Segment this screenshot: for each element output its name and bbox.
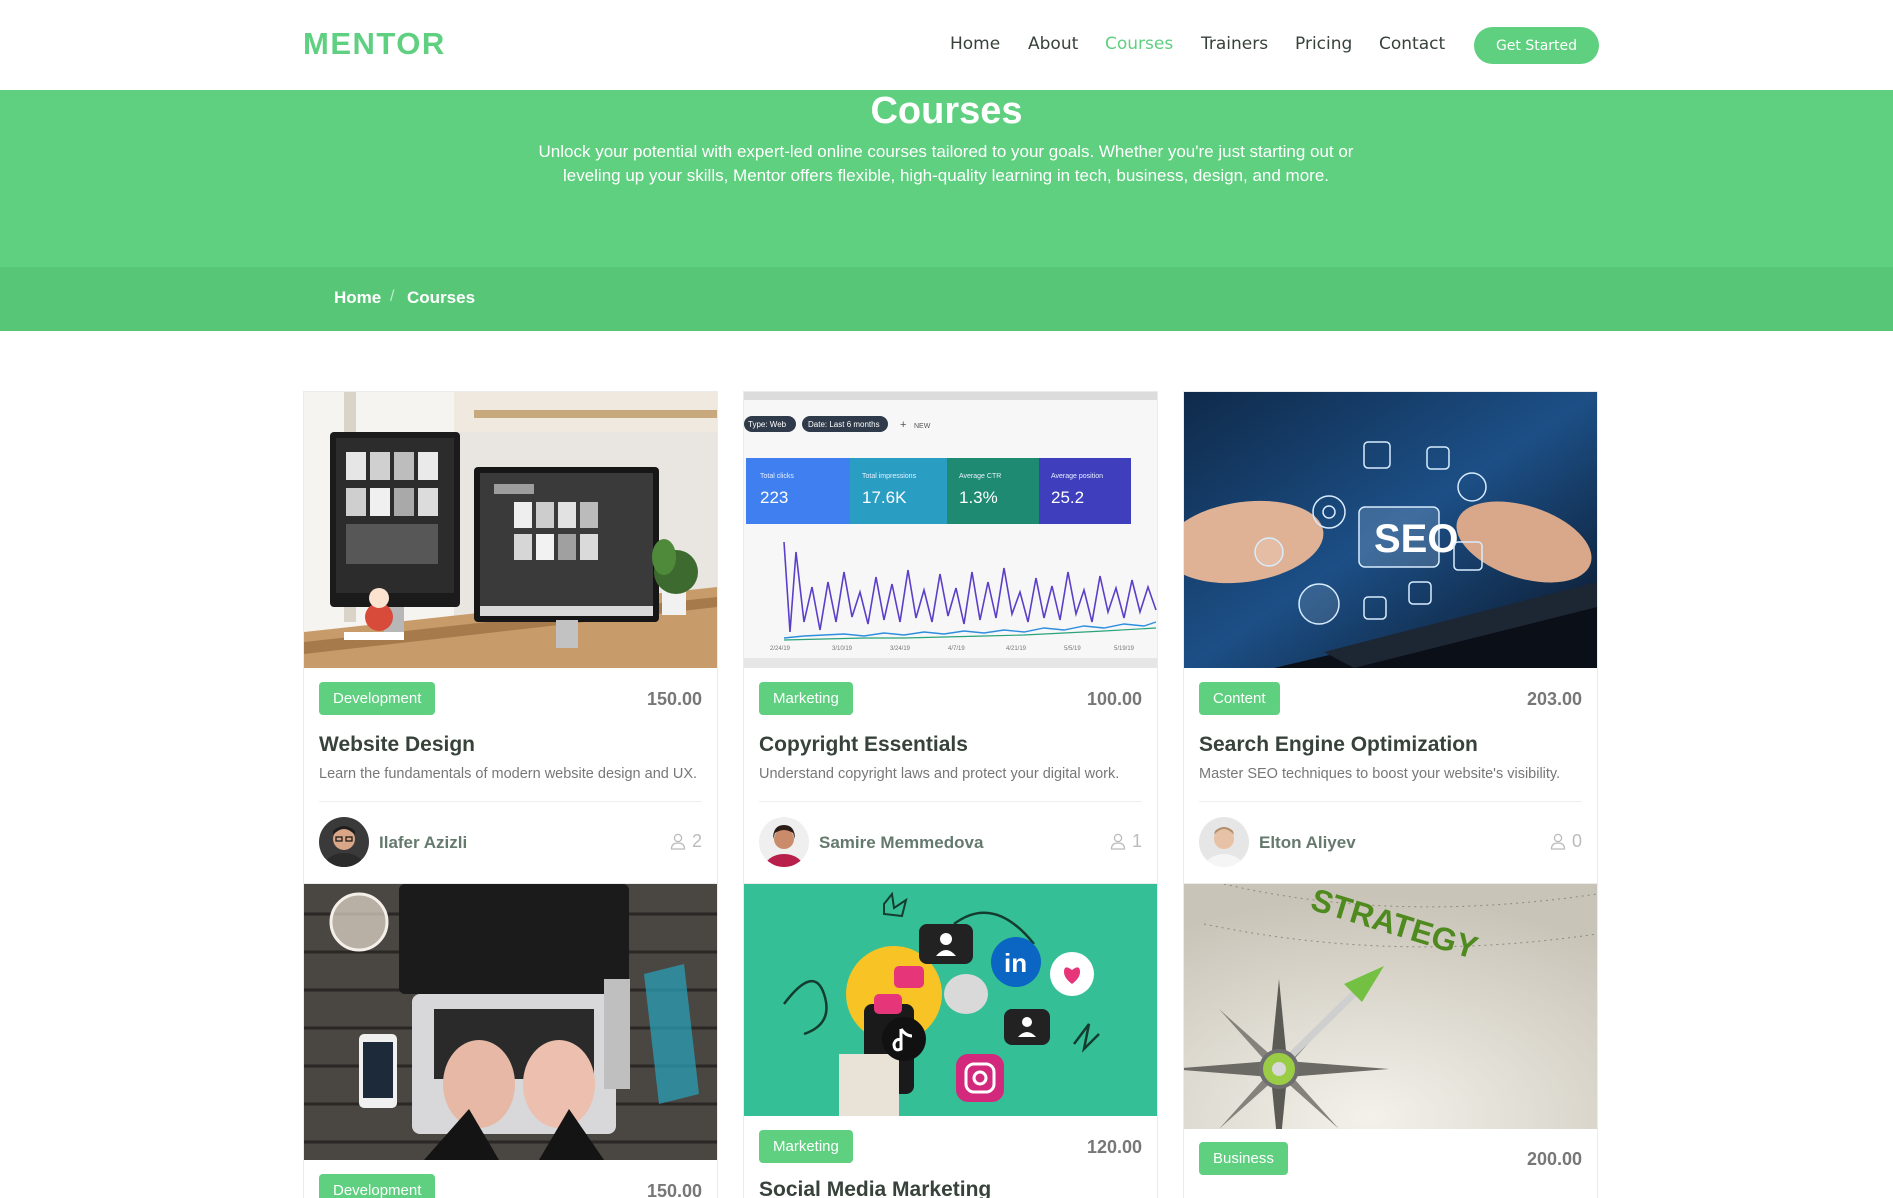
avatar[interactable]: [1199, 817, 1249, 867]
course-price: 203.00: [1526, 689, 1582, 709]
user-icon: [670, 833, 686, 850]
course-description: Learn the fundamentals of modern website…: [319, 766, 698, 782]
course-title[interactable]: Search Engine Optimization: [1199, 733, 1478, 757]
metric-label: Average position: [1051, 473, 1103, 480]
page-subtitle: Unlock your potential with expert-led on…: [538, 142, 1354, 185]
dashboard-filter-type: Type: Web: [748, 420, 787, 429]
course-price: 150.00: [646, 1181, 702, 1198]
breadcrumb-separator: /: [390, 288, 395, 305]
user-icon: [1550, 833, 1566, 850]
category-badge[interactable]: Marketing: [759, 682, 853, 715]
avatar[interactable]: [319, 817, 369, 867]
course-card[interactable]: Development 150.00 Website Design Learn …: [303, 391, 718, 887]
course-price: 150.00: [646, 689, 702, 709]
svg-text:+: +: [900, 419, 906, 431]
course-description: Master SEO techniques to boost your webs…: [1199, 766, 1561, 782]
axis-date: 3/10/19: [832, 646, 853, 652]
laptop-on-wooden-table-photo[interactable]: [304, 884, 717, 1160]
axis-date: 3/24/19: [890, 646, 911, 652]
course-card[interactable]: STRATEGY Business 200.00: [1183, 883, 1598, 1198]
breadcrumb-home[interactable]: Home: [334, 288, 381, 308]
avatar[interactable]: [759, 817, 809, 867]
likes-number: 2: [691, 831, 702, 851]
nav-contact[interactable]: Contact: [1379, 34, 1445, 54]
axis-date: 4/21/19: [1006, 646, 1027, 652]
course-card[interactable]: SEO Content 203.00 Search Engine Optimiz…: [1183, 391, 1598, 887]
metric-value: 17.6K: [862, 488, 907, 507]
metric-value: 25.2: [1051, 488, 1084, 507]
breadcrumb: Home / Courses: [0, 267, 1893, 331]
likes-count: 0: [1550, 831, 1582, 852]
axis-date: 5/5/19: [1064, 646, 1081, 652]
likes-number: 1: [1131, 831, 1142, 851]
course-price: 100.00: [1086, 689, 1142, 709]
course-price: 200.00: [1526, 1149, 1582, 1169]
dashboard-filter-date: Date: Last 6 months: [808, 420, 880, 429]
nav-pricing[interactable]: Pricing: [1295, 34, 1352, 54]
page-title: Courses: [870, 90, 1023, 132]
course-card[interactable]: Type: Web Date: Last 6 months + NEW Tota…: [743, 391, 1158, 887]
axis-date: 4/7/19: [948, 646, 965, 652]
trainer-name[interactable]: Elton Aliyev: [1259, 833, 1356, 853]
site-header: MENTOR Home About Courses Trainers Prici…: [0, 0, 1893, 90]
axis-date: 2/24/19: [770, 646, 791, 652]
metric-value: 1.3%: [959, 488, 998, 507]
svg-text:in: in: [1004, 948, 1027, 978]
axis-date: 5/19/19: [1114, 646, 1135, 652]
course-price: 120.00: [1086, 1137, 1142, 1157]
course-card[interactable]: in Marketing 120.00 Social Media Marketi…: [743, 883, 1158, 1198]
analytics-dashboard-photo[interactable]: Type: Web Date: Last 6 months + NEW Tota…: [744, 392, 1157, 668]
trainer-name[interactable]: Ilafer Azizli: [379, 833, 467, 853]
metric-value: 223: [760, 488, 788, 507]
desk-with-monitors-photo[interactable]: [304, 392, 717, 668]
category-badge[interactable]: Content: [1199, 682, 1280, 715]
site-logo[interactable]: MENTOR: [303, 26, 446, 62]
course-card[interactable]: Development 150.00: [303, 883, 718, 1198]
category-badge[interactable]: Business: [1199, 1142, 1288, 1175]
likes-count: 1: [1110, 831, 1142, 852]
likes-number: 0: [1571, 831, 1582, 851]
course-title[interactable]: Website Design: [319, 733, 475, 757]
user-icon: [1110, 833, 1126, 850]
category-badge[interactable]: Development: [319, 682, 436, 715]
course-title[interactable]: Copyright Essentials: [759, 733, 968, 757]
trainer-name[interactable]: Samire Memmedova: [819, 833, 983, 853]
category-badge[interactable]: Development: [319, 1174, 436, 1198]
seo-hologram-photo[interactable]: SEO: [1184, 392, 1597, 668]
likes-count: 2: [670, 831, 702, 852]
nav-home[interactable]: Home: [950, 34, 1000, 54]
card-divider: [759, 801, 1142, 802]
course-description: Understand copyright laws and protect yo…: [759, 766, 1120, 782]
breadcrumb-current: Courses: [407, 288, 476, 307]
dashboard-new-label: NEW: [914, 423, 931, 430]
nav-about[interactable]: About: [1028, 34, 1078, 54]
category-badge[interactable]: Marketing: [759, 1130, 853, 1163]
page-hero: Courses Unlock your potential with exper…: [0, 90, 1893, 267]
seo-hologram-text: SEO: [1374, 517, 1458, 561]
nav-courses[interactable]: Courses: [1105, 34, 1173, 54]
social-media-illustration[interactable]: in: [744, 884, 1157, 1116]
strategy-compass-photo[interactable]: STRATEGY: [1184, 884, 1597, 1129]
metric-label: Total clicks: [760, 473, 794, 480]
metric-label: Total impressions: [862, 473, 917, 480]
metric-label: Average CTR: [959, 473, 1001, 480]
get-started-button[interactable]: Get Started: [1474, 27, 1599, 64]
course-title[interactable]: Social Media Marketing: [759, 1178, 991, 1198]
card-divider: [319, 801, 702, 802]
nav-trainers[interactable]: Trainers: [1201, 34, 1268, 54]
card-divider: [1199, 801, 1582, 802]
